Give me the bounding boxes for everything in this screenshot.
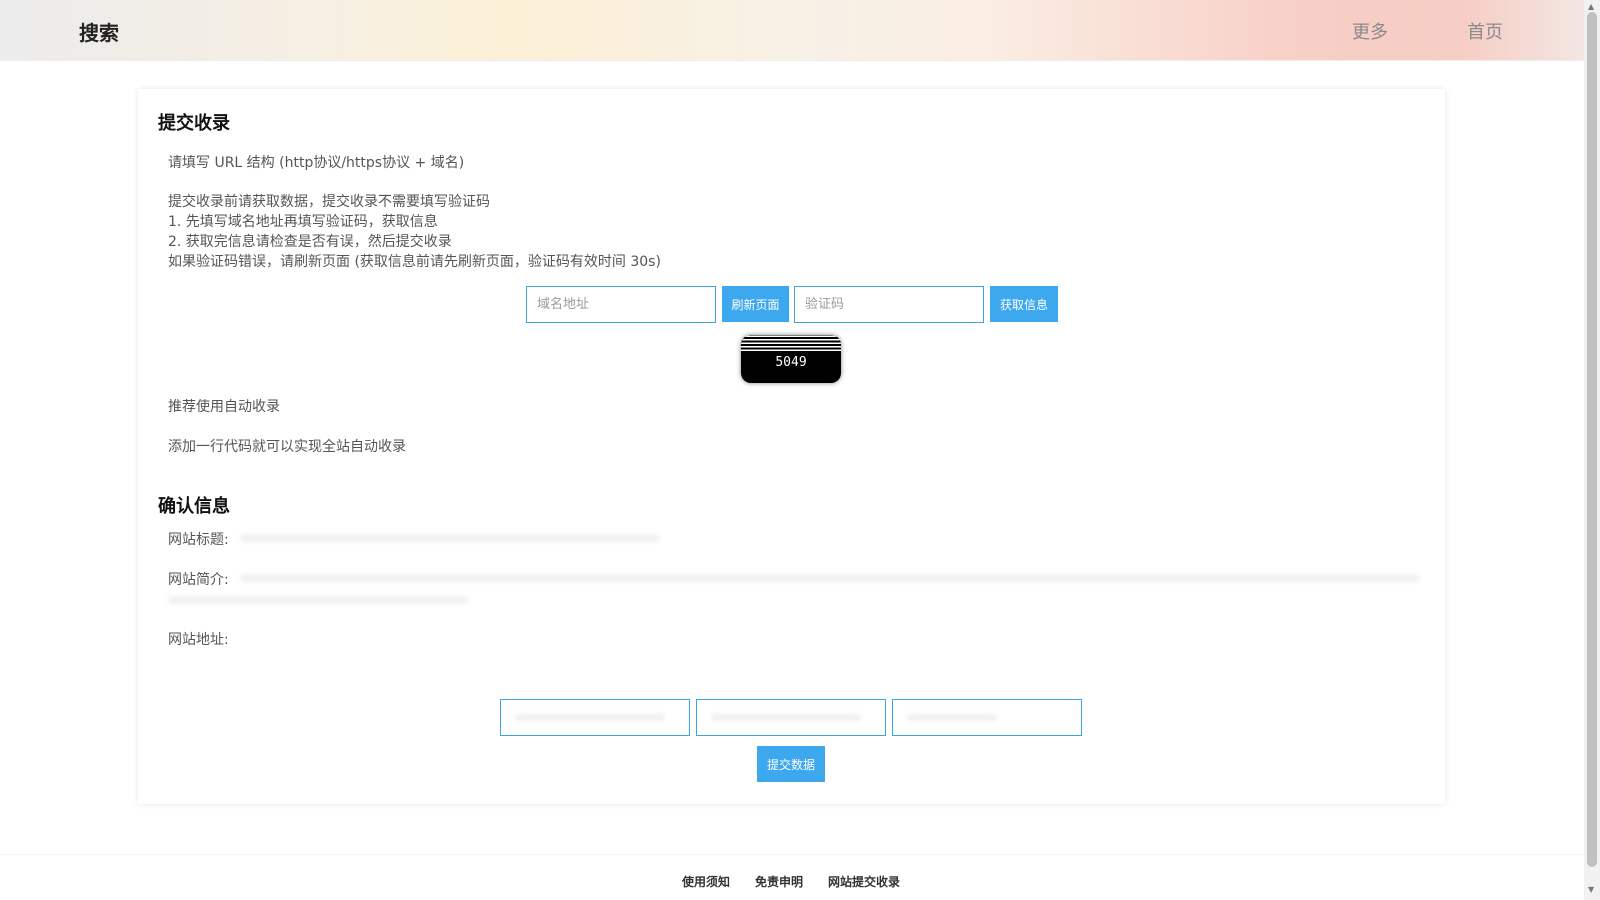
instruction-line: 如果验证码错误，请刷新页面 (获取信息前请先刷新页面，验证码有效时间 30s) [168,254,661,270]
submit-data-button[interactable]: 提交数据 [757,746,825,782]
site-url-label: 网站地址: [168,632,229,648]
site-desc-label: 网站简介: [168,572,229,588]
url-hint: 请填写 URL 结构 (http协议/https协议 + 域名) [168,155,465,171]
url-output-field[interactable] [892,699,1082,736]
site-title-value [240,534,660,542]
field-blur [711,714,861,721]
footer: 使用须知 免责申明 网站提交收录 [0,854,1584,900]
captcha-code: 5049 [775,355,807,370]
captcha-input[interactable] [794,286,984,323]
submit-section-title: 提交收录 [158,113,230,134]
brand-title[interactable]: 搜索 [79,17,119,46]
scroll-up-icon[interactable]: ▲ [1588,3,1594,11]
site-desc-value [240,574,1420,582]
title-output-field[interactable] [500,699,690,736]
footer-link-usage[interactable]: 使用须知 [682,873,730,890]
instruction-line: 1. 先填写域名地址再填写验证码，获取信息 [168,214,438,230]
instruction-line: 提交收录前请获取数据，提交收录不需要填写验证码 [168,194,490,210]
submit-card: 提交收录 请填写 URL 结构 (http协议/https协议 + 域名) 提交… [138,89,1445,804]
scrollbar-thumb[interactable] [1587,12,1597,867]
page-scrollbar[interactable]: ▲ ▼ [1584,0,1600,900]
field-blur [907,714,997,721]
desc-output-field[interactable] [696,699,886,736]
captcha-image[interactable]: 5049 [741,335,841,383]
auto-recommend-text: 推荐使用自动收录 [168,399,280,415]
field-blur [515,714,665,721]
auto-desc-text: 添加一行代码就可以实现全站自动收录 [168,439,406,455]
fetch-info-button[interactable]: 获取信息 [990,286,1058,322]
confirm-section-title: 确认信息 [158,496,230,517]
nav-more-link[interactable]: 更多 [1352,18,1388,44]
scroll-down-icon[interactable]: ▼ [1588,886,1594,894]
nav-home-link[interactable]: 首页 [1467,18,1503,44]
site-title-label: 网站标题: [168,532,229,548]
captcha-noise [741,335,841,353]
top-header: 搜索 更多 首页 [0,0,1584,61]
domain-input[interactable] [526,286,716,323]
footer-link-submit[interactable]: 网站提交收录 [828,873,900,890]
refresh-page-button[interactable]: 刷新页面 [722,286,789,322]
footer-link-disclaimer[interactable]: 免责申明 [755,873,803,890]
instruction-line: 2. 获取完信息请检查是否有误，然后提交收录 [168,234,452,250]
site-desc-value-cont [168,596,468,604]
